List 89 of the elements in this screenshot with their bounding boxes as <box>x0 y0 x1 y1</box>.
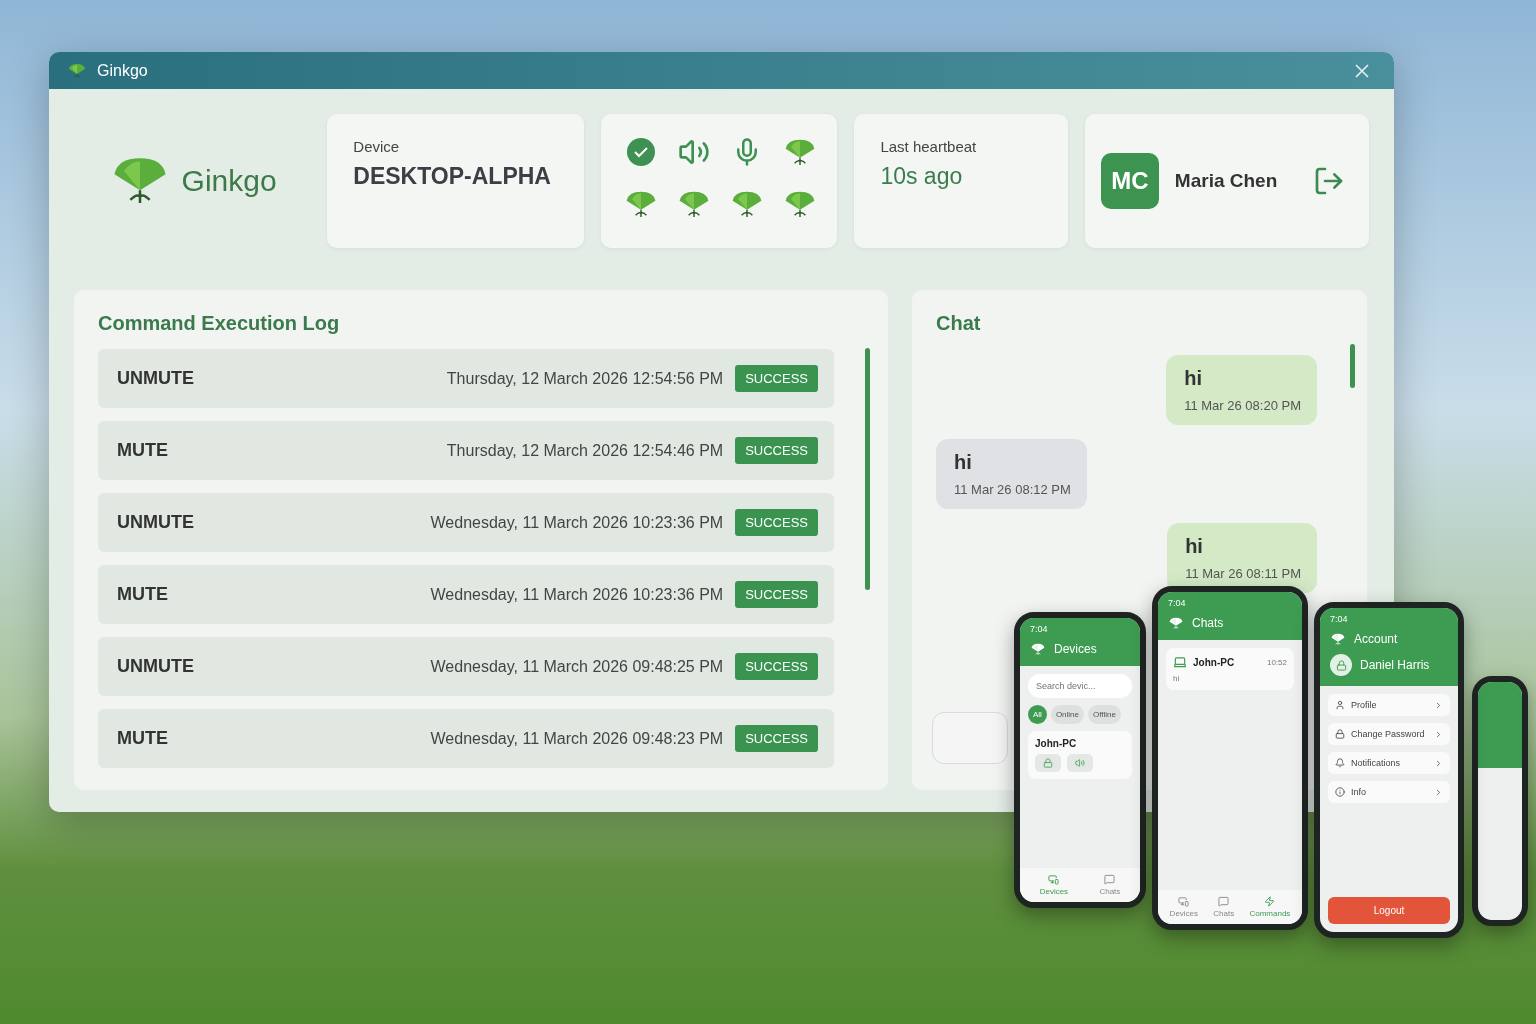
chat-item[interactable]: John-PC 10:52 hi <box>1166 648 1294 690</box>
status-badge: SUCCESS <box>735 725 818 752</box>
menu-item[interactable]: Notifications <box>1328 752 1450 774</box>
menu-item[interactable]: Info <box>1328 781 1450 803</box>
status-time: 7:04 <box>1030 624 1048 634</box>
ginkgo-logo-icon <box>1168 616 1184 630</box>
devices-icon <box>1048 874 1060 885</box>
lightning-icon <box>1264 896 1276 907</box>
status-badge: SUCCESS <box>735 509 818 536</box>
panel-title: Chat <box>936 312 982 335</box>
status-badge: SUCCESS <box>735 581 818 608</box>
nav-tab[interactable]: Chats <box>1213 896 1235 918</box>
chat-time: 10:52 <box>1266 657 1287 667</box>
command-time: Wednesday, 11 March 2026 10:23:36 PM <box>430 513 724 532</box>
chevron-right-icon <box>1434 787 1443 797</box>
command-name: UNMUTE <box>117 368 195 389</box>
chevron-right-icon <box>1434 729 1443 739</box>
device-name: DESKTOP-ALPHA <box>353 163 552 190</box>
message-input[interactable] <box>932 712 1008 764</box>
chat-preview: hi <box>1173 674 1181 683</box>
screen-title: Chats <box>1192 616 1224 630</box>
scrollbar[interactable] <box>865 348 870 590</box>
laptop-icon <box>1173 655 1187 669</box>
command-name: UNMUTE <box>117 512 195 533</box>
command-name: MUTE <box>117 440 169 461</box>
lock-button[interactable] <box>1035 754 1061 772</box>
message-text: hi <box>1185 535 1204 558</box>
user-icon <box>1335 700 1345 710</box>
filter-chip[interactable]: All <box>1028 705 1047 724</box>
command-name: UNMUTE <box>117 656 195 677</box>
menu-item[interactable]: Profile <box>1328 694 1450 716</box>
command-name: MUTE <box>117 584 169 605</box>
nav-tab[interactable]: Commands <box>1249 896 1291 918</box>
command-time: Thursday, 12 March 2026 12:54:46 PM <box>446 441 724 460</box>
menu-item[interactable]: Change Password <box>1328 723 1450 745</box>
panel-title: Command Execution Log <box>98 312 341 335</box>
chat-icon <box>1104 874 1116 885</box>
nav-tab[interactable]: Devices <box>1039 874 1069 896</box>
lock-icon <box>1335 729 1345 739</box>
message-time: 11 Mar 26 08:20 PM <box>1184 398 1301 413</box>
filter-chip[interactable]: Online <box>1050 705 1084 724</box>
logout-icon[interactable] <box>1313 165 1345 197</box>
user-avatar: MC <box>1100 153 1159 209</box>
nav-tab[interactable]: Chats <box>1099 874 1121 896</box>
heartbeat-label: Last heartbeat <box>880 138 978 155</box>
chevron-right-icon <box>1434 758 1443 768</box>
command-name: MUTE <box>117 728 169 749</box>
status-badge: SUCCESS <box>735 653 818 680</box>
device-name: John-PC <box>1035 738 1078 749</box>
speaker-button[interactable] <box>1067 754 1093 772</box>
message-text: hi <box>1184 367 1203 390</box>
filter-chip[interactable]: Offline <box>1088 705 1121 724</box>
check-circle-icon <box>626 137 657 167</box>
status-badge: SUCCESS <box>735 437 818 464</box>
chat-icon <box>1218 896 1230 907</box>
speaker-icon <box>1075 758 1085 768</box>
logout-button[interactable]: Logout <box>1328 897 1450 924</box>
brand-name: Ginkgo <box>181 164 277 198</box>
command-time: Thursday, 12 March 2026 12:54:56 PM <box>446 369 724 388</box>
device-card[interactable]: John-PC <box>1028 731 1132 779</box>
info-icon <box>1335 787 1345 797</box>
ginkgo-logo-icon <box>67 62 87 79</box>
lock-icon <box>1330 654 1352 676</box>
status-time: 7:04 <box>1168 598 1186 608</box>
user-name: Maria Chen <box>1174 170 1279 192</box>
command-time: Wednesday, 11 March 2026 09:48:25 PM <box>430 657 724 676</box>
screen-title: Account <box>1354 632 1398 646</box>
bell-icon <box>1335 758 1345 768</box>
message-text: hi <box>954 451 973 474</box>
message-time: 11 Mar 26 08:11 PM <box>1185 566 1301 581</box>
device-label: Device <box>353 138 401 155</box>
window-title: Ginkgo <box>97 61 149 80</box>
command-time: Wednesday, 11 March 2026 10:23:36 PM <box>430 585 724 604</box>
nav-tab[interactable]: Devices <box>1169 896 1199 918</box>
screen-title: Devices <box>1054 642 1097 656</box>
ginkgo-logo-icon <box>1330 632 1346 646</box>
devices-icon <box>1178 896 1190 907</box>
command-time: Wednesday, 11 March 2026 09:48:23 PM <box>430 729 724 748</box>
status-time: 7:04 <box>1330 614 1348 624</box>
ginkgo-logo-icon <box>1030 642 1046 656</box>
heartbeat-value: 10s ago <box>880 163 964 190</box>
scrollbar[interactable] <box>1350 344 1355 388</box>
lock-icon <box>1043 758 1053 768</box>
status-badge: SUCCESS <box>735 365 818 392</box>
chat-name: John-PC <box>1193 656 1235 668</box>
chevron-right-icon <box>1434 700 1443 710</box>
message-time: 11 Mar 26 08:12 PM <box>954 482 1071 497</box>
user-name: Daniel Harris <box>1360 658 1430 672</box>
search-field[interactable]: Search devic... <box>1028 674 1132 698</box>
